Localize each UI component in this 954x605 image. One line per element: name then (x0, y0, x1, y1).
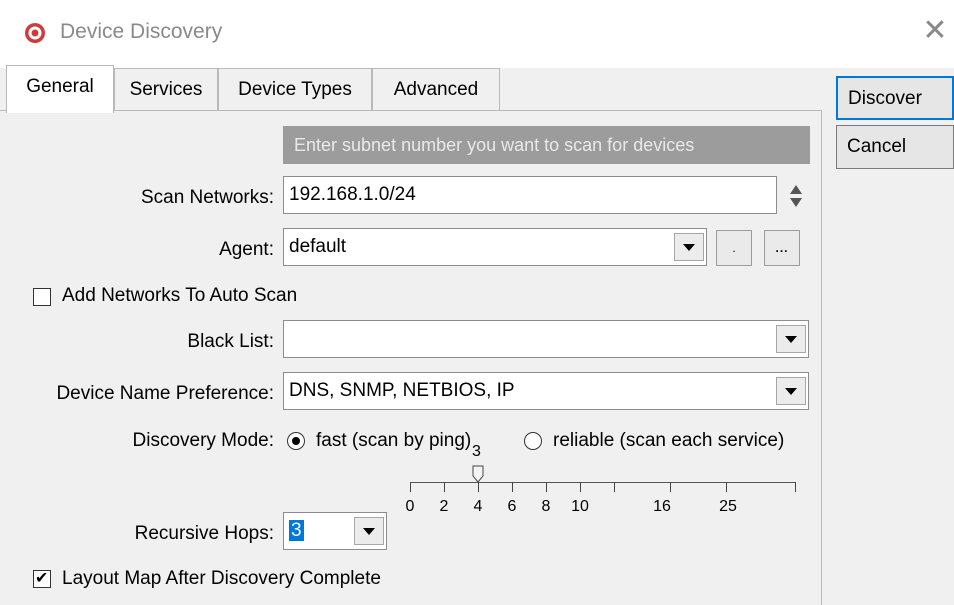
slider-tick (478, 482, 479, 492)
black-list-label: Black List: (187, 331, 274, 352)
slider-track (410, 482, 796, 483)
window-title: Device Discovery (60, 20, 223, 43)
hops-slider[interactable]: 0 2 4 6 8 10 16 25 (406, 465, 796, 515)
cancel-button[interactable]: Cancel (836, 125, 954, 169)
black-list-chevron-down-icon[interactable] (776, 325, 806, 353)
tick-label: 10 (571, 498, 589, 515)
tab-services[interactable]: Services (114, 68, 218, 110)
title-bar: Device Discovery ✕ (0, 0, 954, 68)
black-list-select[interactable] (283, 320, 809, 358)
tick-label: 0 (405, 498, 415, 515)
fast-radio[interactable] (287, 432, 305, 450)
device-name-preference-select[interactable]: DNS, SNMP, NETBIOS, IP (283, 372, 809, 410)
slider-tick (795, 482, 796, 492)
subnet-hint: Enter subnet number you want to scan for… (283, 126, 810, 164)
layout-map-label: Layout Map After Discovery Complete (62, 568, 381, 589)
recursive-hops-chevron-down-icon[interactable] (354, 517, 384, 545)
tab-advanced[interactable]: Advanced (372, 68, 500, 110)
tick-label: 6 (507, 498, 517, 515)
slider-tick (512, 482, 513, 492)
slider-tick (546, 482, 547, 492)
scan-networks-label: Scan Networks: (140, 187, 274, 208)
tick-label: 25 (719, 498, 737, 515)
tab-device-types[interactable]: Device Types (218, 68, 372, 110)
close-icon[interactable]: ✕ (918, 14, 952, 48)
discover-button[interactable]: Discover (836, 76, 954, 120)
agent-edit-button[interactable]: . (716, 230, 752, 266)
agent-label: Agent: (219, 239, 274, 260)
slider-tick (614, 482, 615, 492)
spinner-icon[interactable] (788, 181, 804, 211)
layout-map-checkbox[interactable] (33, 568, 51, 588)
scan-networks-input[interactable]: 192.168.1.0/24 (283, 176, 777, 214)
reliable-radio-label: reliable (scan each service) (553, 430, 785, 451)
recursive-hops-label: Recursive Hops: (134, 523, 274, 544)
slider-tick (410, 482, 411, 492)
fast-radio-label: fast (scan by ping) (316, 430, 472, 451)
agent-browse-button[interactable]: ... (764, 230, 800, 266)
agent-select[interactable]: default (283, 228, 707, 266)
tick-label: 2 (439, 498, 449, 515)
tab-general[interactable]: General (6, 65, 114, 113)
agent-dropdown-chevron-icon[interactable] (674, 233, 704, 261)
add-networks-checkbox[interactable] (33, 288, 51, 306)
tick-label: 8 (541, 498, 551, 515)
device-name-preference-label: Device Name Preference: (56, 383, 274, 404)
device-name-chevron-down-icon[interactable] (776, 377, 806, 405)
slider-tick (726, 482, 727, 492)
add-networks-label: Add Networks To Auto Scan (62, 285, 298, 306)
tick-label: 4 (473, 498, 483, 515)
reliable-radio[interactable] (524, 432, 542, 450)
slider-thumb[interactable] (472, 465, 484, 483)
slider-tick (580, 482, 581, 492)
slider-tick (444, 482, 445, 492)
tick-label: 16 (653, 498, 671, 515)
discovery-mode-label: Discovery Mode: (132, 430, 275, 451)
recursive-hops-value: 3 (289, 520, 304, 541)
target-icon (25, 23, 45, 43)
slider-value-label: 3 (472, 443, 481, 460)
slider-tick (670, 482, 671, 492)
